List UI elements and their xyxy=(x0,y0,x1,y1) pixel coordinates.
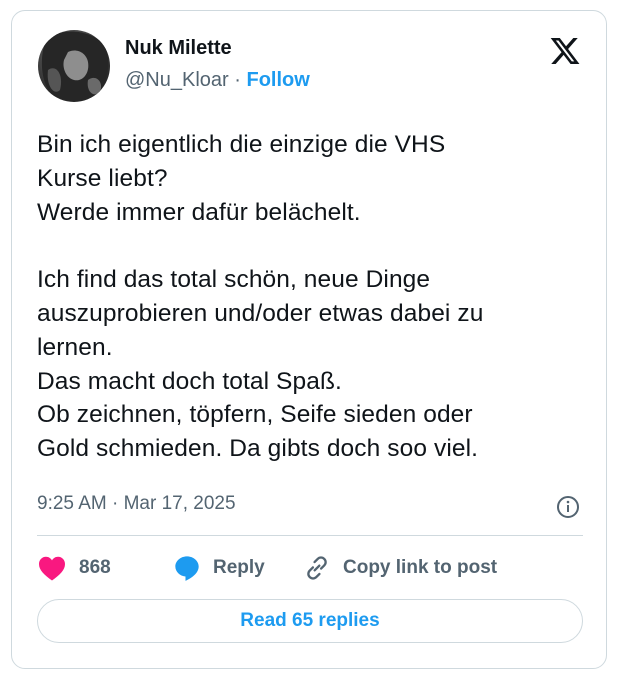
handle-separator: · xyxy=(234,69,241,91)
heart-icon xyxy=(39,556,65,581)
reply-label: Reply xyxy=(213,557,265,578)
info-icon[interactable] xyxy=(556,495,580,519)
like-button[interactable]: 868 xyxy=(37,553,111,583)
reply-bubble-icon xyxy=(175,556,199,581)
like-count: 868 xyxy=(79,557,111,578)
link-icon xyxy=(307,556,327,580)
read-replies-button[interactable]: Read 65 replies xyxy=(37,599,583,643)
tweet-text: Bin ich eigentlich die einzige die VHS K… xyxy=(37,131,484,463)
x-logo-icon[interactable] xyxy=(548,35,582,67)
avatar-photo xyxy=(41,31,109,101)
author-handle[interactable]: @Nu_Kloar xyxy=(125,69,229,91)
copy-link-button[interactable]: Copy link to post xyxy=(303,553,497,583)
author-handle-row: @Nu_Kloar · Follow xyxy=(125,69,310,92)
read-replies-label: Read 65 replies xyxy=(240,610,380,631)
reply-button[interactable]: Reply xyxy=(173,553,265,583)
tweet-timestamp[interactable]: 9:25 AM · Mar 17, 2025 xyxy=(37,493,236,515)
tweet-card: Nuk Milette @Nu_Kloar · Follow Bin ich e… xyxy=(11,10,607,669)
author-name[interactable]: Nuk Milette xyxy=(125,37,232,60)
copy-link-label: Copy link to post xyxy=(343,557,498,578)
follow-button[interactable]: Follow xyxy=(246,69,309,91)
avatar[interactable] xyxy=(38,30,110,102)
divider xyxy=(37,535,583,536)
